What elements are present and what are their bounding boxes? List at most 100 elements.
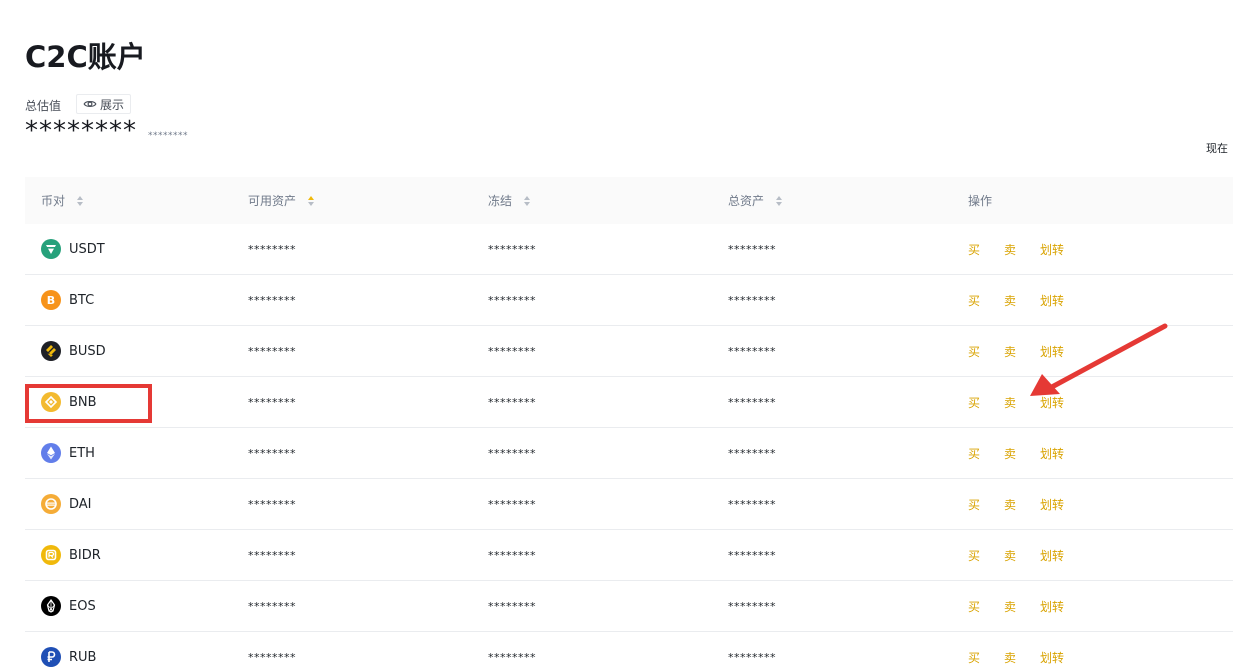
actions-cell: 买 卖 划转	[968, 377, 1064, 427]
show-balance-label: 展示	[100, 97, 125, 112]
now-link[interactable]: 现在	[1206, 140, 1228, 156]
transfer-link[interactable]: 划转	[1040, 394, 1064, 411]
sort-icon-active[interactable]	[308, 195, 315, 206]
total-value-cell: ********	[728, 293, 776, 307]
total-value-cell: ********	[728, 497, 776, 511]
header-total-label: 总资产	[728, 194, 765, 208]
actions-cell: 买 卖 划转	[968, 479, 1064, 529]
frozen-value: ********	[488, 497, 536, 511]
buy-link[interactable]: 买	[968, 343, 980, 360]
frozen-value: ********	[488, 293, 536, 307]
eye-icon	[83, 101, 97, 107]
buy-link[interactable]: 买	[968, 496, 980, 513]
table-row: B BTC ******** ******** ******** 买 卖 划转	[25, 275, 1233, 326]
frozen-value: ********	[488, 395, 536, 409]
transfer-link[interactable]: 划转	[1040, 547, 1064, 564]
buy-link[interactable]: 买	[968, 547, 980, 564]
actions-cell: 买 卖 划转	[968, 275, 1064, 325]
coin-cell: BIDR	[41, 530, 101, 580]
transfer-link[interactable]: 划转	[1040, 649, 1064, 666]
actions-cell: 买 卖 划转	[968, 224, 1064, 274]
rub-icon	[41, 647, 61, 667]
header-pair[interactable]: 币对	[41, 177, 84, 224]
usdt-icon	[41, 239, 61, 259]
table-row: EOS ******** ******** ******** 买 卖 划转	[25, 581, 1233, 632]
transfer-link[interactable]: 划转	[1040, 496, 1064, 513]
busd-icon	[41, 341, 61, 361]
dai-icon	[41, 494, 61, 514]
sell-link[interactable]: 卖	[1004, 547, 1016, 564]
sell-link[interactable]: 卖	[1004, 445, 1016, 462]
header-frozen[interactable]: 冻结	[488, 177, 531, 224]
table-row: RUB ******** ******** ******** 买 卖 划转	[25, 632, 1233, 669]
available-value: ********	[248, 344, 296, 358]
table-row: USDT ******** ******** ******** 买 卖 划转	[25, 224, 1233, 275]
sort-icon[interactable]	[776, 195, 783, 206]
total-value-cell: ********	[728, 446, 776, 460]
page-title: C2C账户	[25, 40, 146, 74]
sell-link[interactable]: 卖	[1004, 649, 1016, 666]
buy-link[interactable]: 买	[968, 241, 980, 258]
header-available-label: 可用资产	[248, 194, 297, 208]
table-body: USDT ******** ******** ******** 买 卖 划转 B…	[25, 224, 1233, 669]
header-pair-label: 币对	[41, 194, 66, 208]
total-value-fiat: ********	[148, 131, 188, 141]
sell-link[interactable]: 卖	[1004, 394, 1016, 411]
coin-cell: B BTC	[41, 275, 94, 325]
coin-cell: DAI	[41, 479, 92, 529]
svg-text:B: B	[47, 294, 55, 307]
buy-link[interactable]: 买	[968, 649, 980, 666]
available-value: ********	[248, 293, 296, 307]
total-value-cell: ********	[728, 548, 776, 562]
buy-link[interactable]: 买	[968, 292, 980, 309]
table-header: 币对 可用资产 冻结 总资产 操作	[25, 177, 1233, 224]
actions-cell: 买 卖 划转	[968, 581, 1064, 631]
total-value-cell: ********	[728, 650, 776, 664]
transfer-link[interactable]: 划转	[1040, 343, 1064, 360]
available-value: ********	[248, 548, 296, 562]
transfer-link[interactable]: 划转	[1040, 445, 1064, 462]
header-total[interactable]: 总资产	[728, 177, 783, 224]
total-value-cell: ********	[728, 242, 776, 256]
table-row: ETH ******** ******** ******** 买 卖 划转	[25, 428, 1233, 479]
sort-icon[interactable]	[524, 195, 531, 206]
total-value-cell: ********	[728, 344, 776, 358]
transfer-link[interactable]: 划转	[1040, 292, 1064, 309]
coin-cell: BUSD	[41, 326, 106, 376]
sell-link[interactable]: 卖	[1004, 343, 1016, 360]
coin-name: BTC	[69, 292, 95, 308]
actions-cell: 买 卖 划转	[968, 428, 1064, 478]
table-row: DAI ******** ******** ******** 买 卖 划转	[25, 479, 1233, 530]
frozen-value: ********	[488, 344, 536, 358]
available-value: ********	[248, 599, 296, 613]
frozen-value: ********	[488, 548, 536, 562]
show-balance-button[interactable]: 展示	[76, 94, 132, 114]
total-value-label: 总估值	[25, 99, 62, 113]
buy-link[interactable]: 买	[968, 445, 980, 462]
frozen-value: ********	[488, 599, 536, 613]
sell-link[interactable]: 卖	[1004, 496, 1016, 513]
sort-icon[interactable]	[77, 195, 84, 206]
coin-name: EOS	[69, 598, 96, 614]
available-value: ********	[248, 242, 296, 256]
header-available[interactable]: 可用资产	[248, 177, 315, 224]
coin-cell: USDT	[41, 224, 105, 274]
c2c-account-page: C2C账户 总估值 展示 ******** ******** 现在 币对 可用资…	[0, 0, 1233, 669]
transfer-link[interactable]: 划转	[1040, 598, 1064, 615]
buy-link[interactable]: 买	[968, 598, 980, 615]
available-value: ********	[248, 650, 296, 664]
coin-name: RUB	[69, 649, 97, 665]
actions-cell: 买 卖 划转	[968, 632, 1064, 669]
sell-link[interactable]: 卖	[1004, 292, 1016, 309]
transfer-link[interactable]: 划转	[1040, 241, 1064, 258]
total-value: ********	[25, 116, 137, 146]
buy-link[interactable]: 买	[968, 394, 980, 411]
coin-cell: ETH	[41, 428, 95, 478]
sell-link[interactable]: 卖	[1004, 241, 1016, 258]
frozen-value: ********	[488, 650, 536, 664]
available-value: ********	[248, 446, 296, 460]
bidr-icon	[41, 545, 61, 565]
coin-cell: EOS	[41, 581, 96, 631]
sell-link[interactable]: 卖	[1004, 598, 1016, 615]
coin-cell: RUB	[41, 632, 96, 669]
